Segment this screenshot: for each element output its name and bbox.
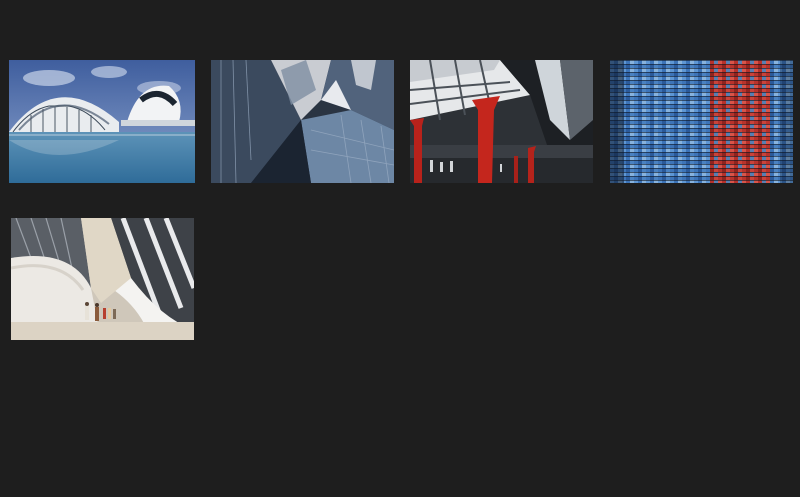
thumbnail-gallery	[0, 0, 800, 497]
thumbnail-2[interactable]	[211, 60, 394, 183]
curved-white-building-over-water-photo	[9, 60, 195, 183]
thumbnail-5[interactable]	[11, 218, 194, 340]
red-pillar-station-canopy-photo	[410, 60, 593, 183]
white-curved-interior-hall-photo	[11, 218, 194, 340]
glass-steel-skyscraper-facade-photo	[211, 60, 394, 183]
thumbnail-1[interactable]	[9, 60, 195, 183]
thumbnail-4[interactable]	[610, 60, 793, 183]
thumbnail-3[interactable]	[410, 60, 593, 183]
mosaic-glass-tower-photo	[610, 60, 793, 183]
